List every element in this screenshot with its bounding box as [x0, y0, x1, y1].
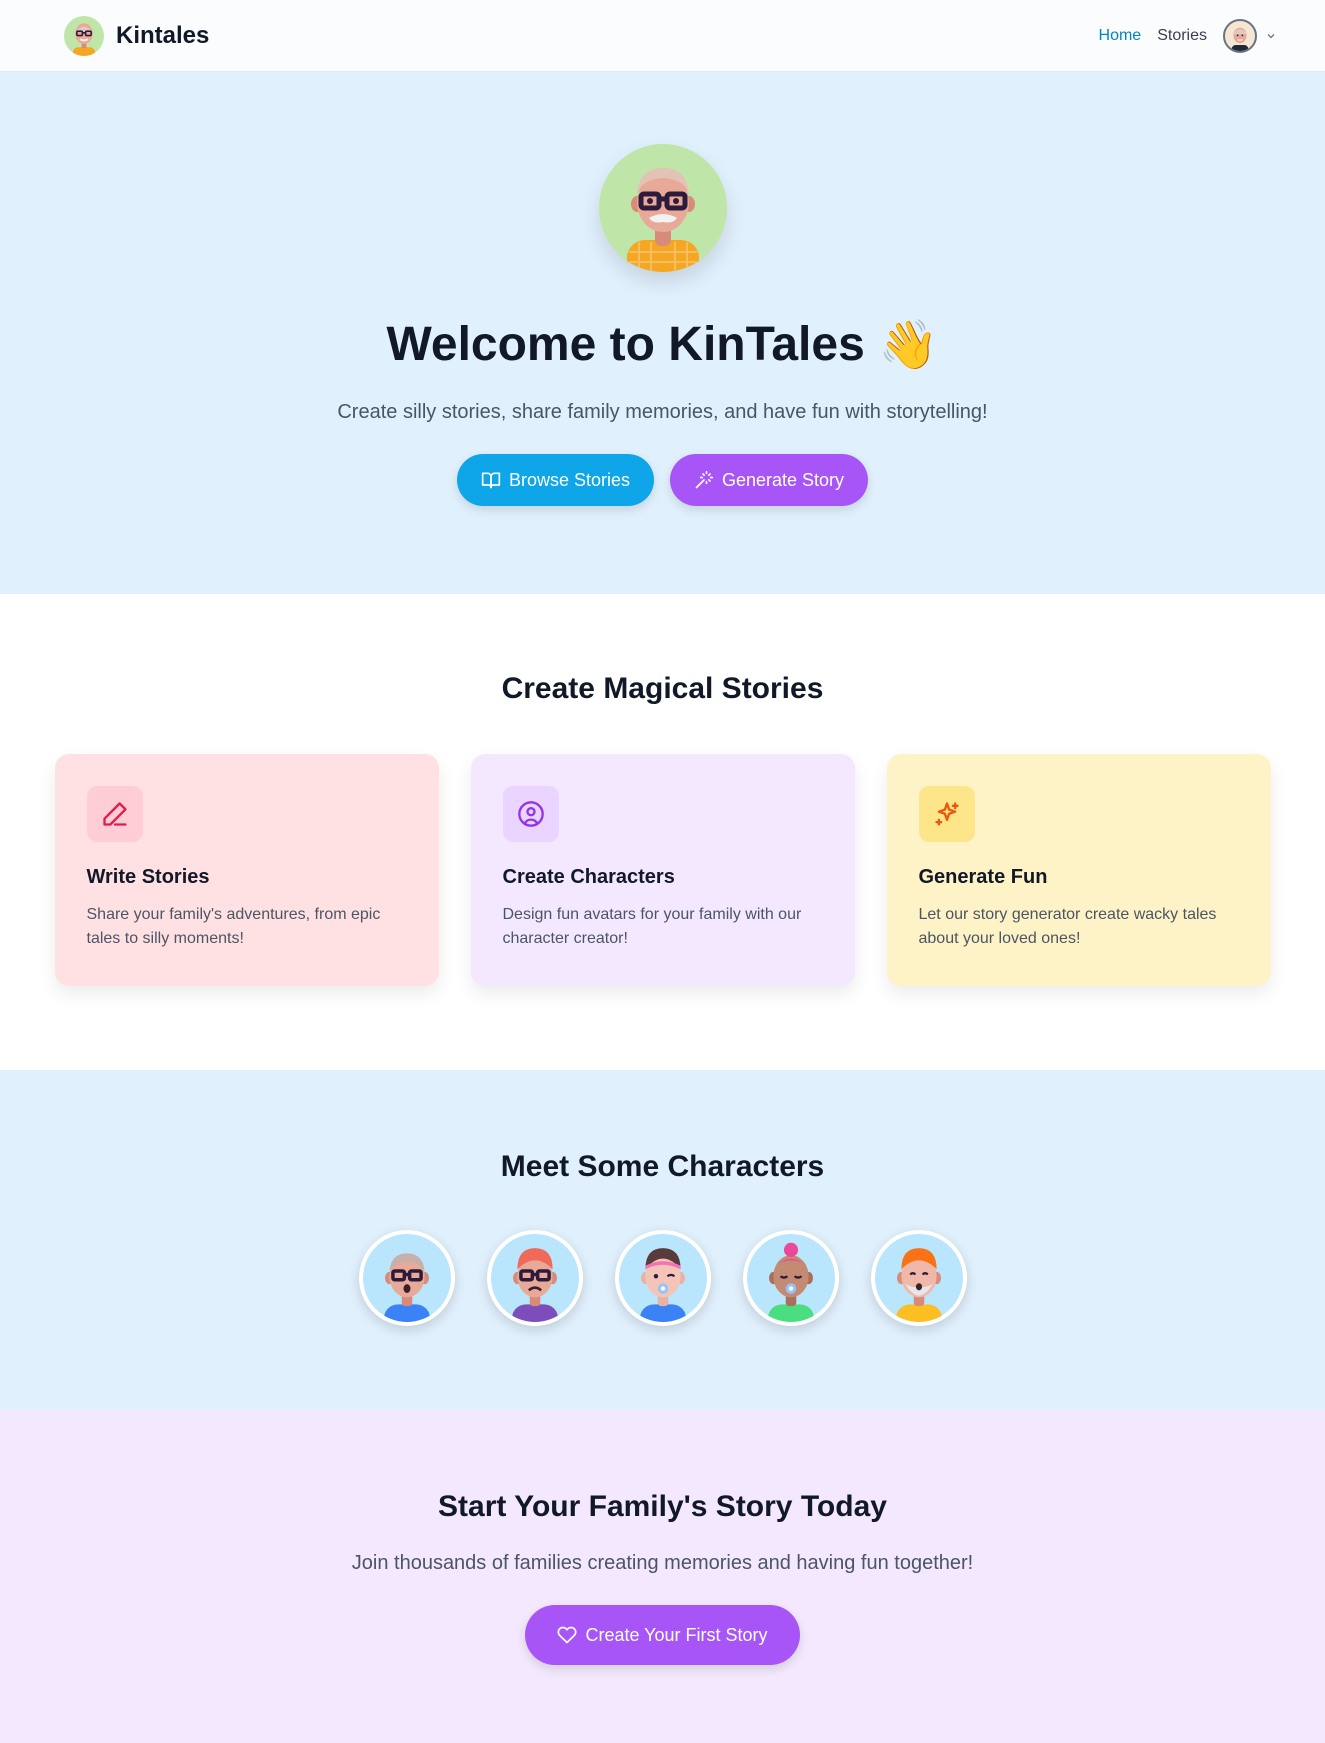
hero-subtitle: Create silly stories, share family memor… — [337, 401, 988, 423]
character-avatar[interactable] — [614, 1230, 711, 1326]
hero-section: Welcome to KinTales 👋 Create silly stori… — [0, 72, 1325, 594]
brand-avatar — [64, 15, 104, 56]
card-title: Write Stories — [86, 866, 210, 888]
chevron-down-icon — [1267, 33, 1275, 38]
user-menu[interactable] — [1223, 18, 1277, 53]
cta-title: Start Your Family's Story Today — [438, 1490, 887, 1523]
top-navbar: Kintales Home Stories — [0, 0, 1325, 72]
cta-subtitle: Join thousands of families creating memo… — [351, 1552, 974, 1574]
user-circle-icon — [517, 801, 544, 827]
sparkles-icon — [934, 802, 959, 826]
hero-actions: Browse Stories Generate Story — [456, 454, 869, 506]
brand-name: Kintales — [116, 21, 210, 49]
user-avatar — [1223, 18, 1257, 53]
character-avatar[interactable] — [742, 1230, 839, 1326]
features-title: Create Magical Stories — [501, 672, 824, 705]
page-title: Welcome to KinTales 👋 — [386, 316, 938, 373]
card-icon-box — [918, 786, 975, 842]
nav-menu: Home Stories — [1099, 18, 1277, 53]
character-avatar[interactable] — [870, 1230, 967, 1326]
create-first-story-button[interactable]: Create Your First Story — [525, 1605, 800, 1665]
generate-story-button[interactable]: Generate Story — [669, 454, 869, 506]
hero-title-text: Welcome to KinTales — [386, 318, 865, 371]
heart-icon — [557, 1626, 577, 1644]
characters-title: Meet Some Characters — [500, 1150, 825, 1183]
card-text: Share your family's adventures, from epi… — [86, 906, 381, 947]
brand[interactable]: Kintales — [64, 15, 210, 56]
hero-avatar — [598, 144, 727, 272]
character-list — [0, 1230, 1325, 1326]
book-open-icon — [481, 472, 501, 489]
card-title: Generate Fun — [918, 866, 1048, 888]
card-icon-box — [86, 786, 143, 842]
card-icon-box — [502, 786, 559, 842]
feature-card-generate: Generate Fun Let our story generator cre… — [886, 754, 1271, 986]
pen-icon — [102, 802, 127, 826]
character-avatar[interactable] — [486, 1230, 583, 1326]
feature-card-write: Write Stories Share your family's advent… — [54, 754, 439, 986]
character-avatar[interactable] — [358, 1230, 455, 1326]
nav-link-home[interactable]: Home — [1099, 27, 1142, 45]
create-first-story-label: Create Your First Story — [585, 1624, 768, 1645]
feature-card-characters: Create Characters Design fun avatars for… — [470, 754, 855, 986]
magic-wand-icon — [695, 470, 714, 489]
browse-stories-button[interactable]: Browse Stories — [456, 454, 654, 506]
waving-hand-icon: 👋 — [878, 319, 939, 372]
card-text: Design fun avatars for your family with … — [502, 906, 802, 947]
characters-section: Meet Some Characters — [0, 1070, 1325, 1410]
generate-story-label: Generate Story — [721, 469, 845, 490]
card-text: Let our story generator create wacky tal… — [918, 906, 1217, 947]
features-section: Create Magical Stories Write Stories Sha… — [0, 594, 1325, 1070]
nav-link-stories[interactable]: Stories — [1157, 27, 1207, 45]
card-title: Create Characters — [502, 866, 675, 888]
feature-cards: Write Stories Share your family's advent… — [0, 754, 1325, 986]
cta-section: Start Your Family's Story Today Join tho… — [0, 1410, 1325, 1743]
browse-stories-label: Browse Stories — [508, 469, 630, 490]
